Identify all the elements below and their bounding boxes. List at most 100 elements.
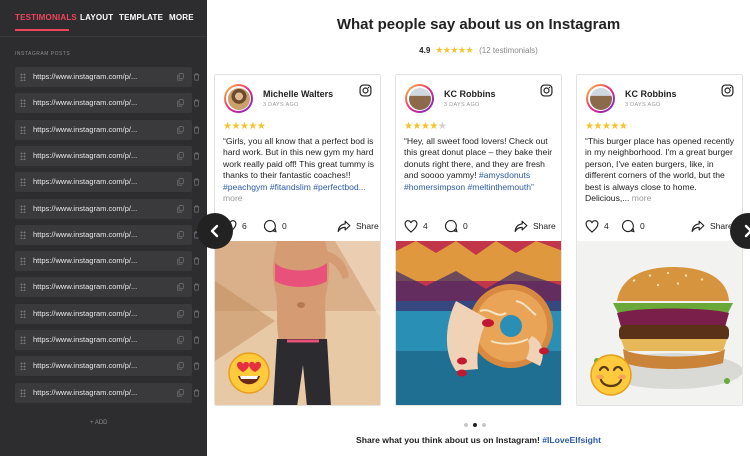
read-more-link[interactable]: more <box>223 193 243 203</box>
post-url[interactable]: https://www.instagram.com/p/... <box>33 204 153 213</box>
duplicate-icon[interactable] <box>177 152 184 160</box>
post-row[interactable]: https://www.instagram.com/p/... <box>15 93 200 114</box>
testimonial-card[interactable]: KC Robbins 3 DAYS AGO ★★★★★ “Hey, all sw… <box>395 74 562 406</box>
drag-handle-icon[interactable] <box>20 257 26 266</box>
like-button[interactable]: 4 <box>585 218 609 234</box>
author-name[interactable]: KC Robbins <box>444 89 496 99</box>
duplicate-icon[interactable] <box>177 125 184 134</box>
burger-photo[interactable] <box>577 241 742 405</box>
comment-button[interactable]: 0 <box>444 218 468 234</box>
drag-handle-icon[interactable] <box>20 178 26 187</box>
duplicate-icon[interactable] <box>177 178 184 186</box>
delete-icon[interactable] <box>193 99 200 107</box>
post-url[interactable]: https://www.instagram.com/p/... <box>33 309 153 318</box>
drag-handle-icon[interactable] <box>20 283 26 292</box>
tab-layout[interactable]: LAYOUT <box>80 13 113 22</box>
post-url[interactable]: https://www.instagram.com/p/... <box>33 256 153 265</box>
add-post-button[interactable]: + ADD <box>90 420 108 426</box>
duplicate-icon[interactable] <box>177 204 184 213</box>
author-name[interactable]: KC Robbins <box>625 89 677 99</box>
duplicate-icon[interactable] <box>177 336 184 344</box>
post-row[interactable]: https://www.instagram.com/p/... <box>15 251 200 272</box>
author-name[interactable]: Michelle Walters <box>263 89 333 99</box>
post-url[interactable]: https://www.instagram.com/p/... <box>33 151 153 160</box>
hashtags[interactable]: #peachgym #fitandslim #perfectbod... <box>223 182 366 192</box>
share-button[interactable]: Share <box>337 218 379 234</box>
comment-button[interactable]: 0 <box>263 218 287 234</box>
post-url[interactable]: https://www.instagram.com/p/... <box>33 230 153 239</box>
avatar[interactable] <box>224 84 253 113</box>
instagram-icon[interactable] <box>540 84 553 97</box>
pagination-dot[interactable] <box>464 423 468 427</box>
drag-handle-icon[interactable] <box>20 309 26 318</box>
drag-handle-icon[interactable] <box>20 73 26 81</box>
duplicate-icon[interactable] <box>177 283 184 291</box>
drag-handle-icon[interactable] <box>20 336 26 344</box>
avatar[interactable] <box>405 84 434 113</box>
post-row[interactable]: https://www.instagram.com/p/... <box>15 224 200 245</box>
pagination-dot[interactable] <box>482 423 486 427</box>
delete-icon[interactable] <box>193 126 200 134</box>
share-button[interactable]: Share <box>514 218 556 234</box>
testimonial-card[interactable]: Michelle Walters 3 DAYS AGO ★★★★★ “Girls… <box>214 74 381 406</box>
delete-icon[interactable] <box>193 389 200 397</box>
delete-icon[interactable] <box>193 336 200 344</box>
comment-button[interactable]: 0 <box>621 218 645 234</box>
drag-handle-icon[interactable] <box>20 204 26 213</box>
post-row[interactable]: https://www.instagram.com/p/... <box>15 198 200 219</box>
like-button[interactable]: 4 <box>404 218 428 234</box>
drag-handle-icon[interactable] <box>20 151 26 160</box>
avatar[interactable] <box>586 84 615 113</box>
delete-icon[interactable] <box>193 73 200 81</box>
tab-template[interactable]: TEMPLATE <box>119 13 163 22</box>
duplicate-icon[interactable] <box>177 231 184 239</box>
post-url[interactable]: https://www.instagram.com/p/... <box>33 98 153 107</box>
post-row[interactable]: https://www.instagram.com/p/... <box>15 303 200 324</box>
post-url[interactable]: https://www.instagram.com/p/... <box>33 125 153 134</box>
drag-handle-icon[interactable] <box>20 362 26 371</box>
post-url[interactable]: https://www.instagram.com/p/... <box>33 335 153 344</box>
drag-handle-icon[interactable] <box>20 388 26 397</box>
donut-photo[interactable] <box>396 241 561 405</box>
post-row[interactable]: https://www.instagram.com/p/... <box>15 330 200 350</box>
post-row[interactable]: https://www.instagram.com/p/... <box>15 356 200 377</box>
duplicate-icon[interactable] <box>177 309 184 318</box>
share-button[interactable]: Share <box>691 218 733 234</box>
post-row[interactable]: https://www.instagram.com/p/... <box>15 67 200 87</box>
delete-icon[interactable] <box>193 205 200 213</box>
delete-icon[interactable] <box>193 362 200 370</box>
duplicate-icon[interactable] <box>177 388 184 397</box>
post-row[interactable]: https://www.instagram.com/p/... <box>15 382 200 403</box>
post-row[interactable]: https://www.instagram.com/p/... <box>15 277 200 298</box>
drag-handle-icon[interactable] <box>20 230 26 239</box>
instagram-icon[interactable] <box>359 84 372 97</box>
duplicate-icon[interactable] <box>177 73 184 81</box>
tab-more[interactable]: MORE <box>169 13 194 22</box>
previous-arrow[interactable] <box>197 213 233 249</box>
duplicate-icon[interactable] <box>177 362 184 370</box>
drag-handle-icon[interactable] <box>20 99 26 108</box>
post-row[interactable]: https://www.instagram.com/p/... <box>15 119 200 140</box>
delete-icon[interactable] <box>193 178 200 186</box>
duplicate-icon[interactable] <box>177 99 184 107</box>
duplicate-icon[interactable] <box>177 257 184 265</box>
delete-icon[interactable] <box>193 257 200 265</box>
read-more-link[interactable]: more <box>629 193 652 203</box>
post-url[interactable]: https://www.instagram.com/p/... <box>33 388 153 397</box>
cta-hashtag[interactable]: #ILoveElfsight <box>542 435 601 445</box>
delete-icon[interactable] <box>193 310 200 318</box>
post-row[interactable]: https://www.instagram.com/p/... <box>15 172 200 193</box>
post-url[interactable]: https://www.instagram.com/p/... <box>33 177 153 186</box>
tab-testimonials[interactable]: TESTIMONIALS <box>15 13 77 22</box>
post-row[interactable]: https://www.instagram.com/p/... <box>15 145 200 166</box>
instagram-icon[interactable] <box>721 84 734 97</box>
post-url[interactable]: https://www.instagram.com/p/... <box>33 361 153 370</box>
delete-icon[interactable] <box>193 152 200 160</box>
delete-icon[interactable] <box>193 283 200 291</box>
fitness-photo[interactable] <box>215 241 380 405</box>
pagination-dot-active[interactable] <box>473 423 477 427</box>
post-url[interactable]: https://www.instagram.com/p/... <box>33 72 153 81</box>
drag-handle-icon[interactable] <box>20 125 26 134</box>
post-url[interactable]: https://www.instagram.com/p/... <box>33 282 153 291</box>
testimonial-card[interactable]: KC Robbins 3 DAYS AGO ★★★★★ “This burger… <box>576 74 743 406</box>
